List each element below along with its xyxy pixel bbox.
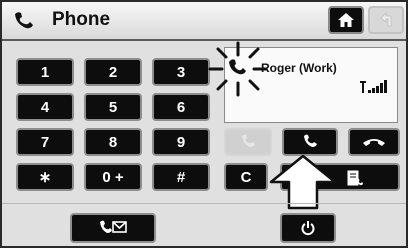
header-bar: Phone [2, 2, 406, 41]
key-star[interactable]: ∗ [16, 163, 74, 191]
ringing-burst-icon [208, 41, 268, 97]
key-3[interactable]: 3 [152, 58, 210, 86]
home-button[interactable] [328, 6, 364, 34]
key-7[interactable]: 7 [16, 128, 74, 156]
hangup-icon [363, 139, 385, 146]
pickup-button[interactable] [282, 128, 338, 156]
key-4[interactable]: 4 [16, 93, 74, 121]
voicemail-button[interactable] [70, 213, 156, 243]
home-icon [338, 13, 354, 27]
pickup-disabled-button [224, 128, 272, 156]
key-hash[interactable]: # [152, 163, 210, 191]
signal-strength-icon [360, 80, 387, 93]
page-title: Phone [52, 9, 111, 30]
key-9[interactable]: 9 [152, 128, 210, 156]
pickup-icon [304, 134, 317, 147]
back-button[interactable] [368, 6, 404, 34]
key-5[interactable]: 5 [84, 93, 142, 121]
phone-handset-icon [15, 12, 33, 29]
contacts-icon [346, 169, 363, 187]
key-2[interactable]: 2 [84, 58, 142, 86]
key-8[interactable]: 8 [84, 128, 142, 156]
bottom-divider [2, 203, 406, 204]
phone-screen: Phone 1 2 3 4 5 6 7 8 9 ∗ 0 + # Roger (W… [0, 0, 408, 248]
power-icon [301, 221, 315, 236]
clear-button[interactable]: C [224, 163, 268, 191]
contact-name: Roger (Work) [261, 61, 337, 75]
pickup-icon [242, 134, 255, 147]
up-arrow-icon [269, 154, 337, 210]
back-arrow-icon [380, 12, 392, 27]
voicemail-icon [100, 220, 127, 233]
key-6[interactable]: 6 [152, 93, 210, 121]
hangup-button[interactable] [348, 128, 400, 156]
key-0-plus[interactable]: 0 + [84, 163, 142, 191]
key-1[interactable]: 1 [16, 58, 74, 86]
power-button[interactable] [280, 213, 336, 243]
